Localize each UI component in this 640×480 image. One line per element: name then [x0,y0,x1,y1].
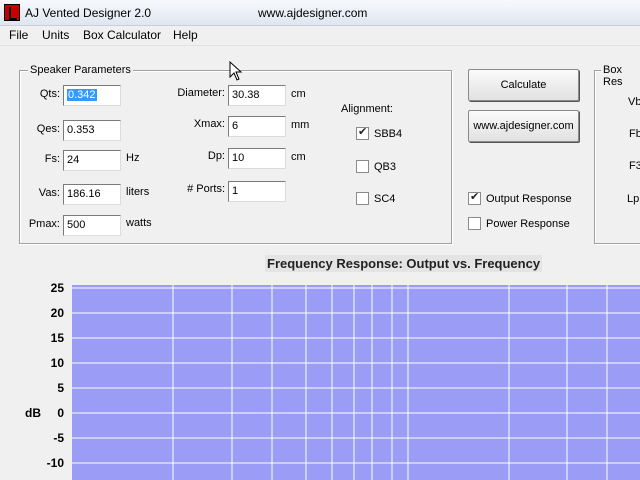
frequency-response-plot [72,285,640,480]
fs-label: Fs: [44,153,60,165]
qts-label: Qts: [39,88,60,100]
power-response-label: Power Response [486,218,570,230]
qes-field[interactable]: 0.353 [63,120,121,141]
power-response-checkbox[interactable] [468,217,481,230]
y-tick-label: -5 [53,431,64,445]
fs-unit: Hz [126,152,140,164]
vas-unit: liters [126,186,150,198]
diameter-field[interactable]: 30.38 [228,85,286,106]
pmax-unit: watts [126,217,152,229]
calculate-button[interactable]: Calculate [468,69,579,101]
website-button[interactable]: www.ajdesigner.com [468,110,579,142]
menu-bar: File Units Box Calculator Help [0,26,640,46]
menu-units[interactable]: Units [42,28,69,42]
sbb4-checkbox[interactable] [356,125,369,140]
y-tick-label: 25 [50,281,64,295]
menu-box-calculator[interactable]: Box Calculator [83,28,161,42]
sbb4-label: SBB4 [374,128,403,140]
vb-label: Vb [628,96,640,108]
output-response-label: Output Response [486,193,572,205]
output-response-checkbox[interactable] [468,190,481,205]
xmax-field[interactable]: 6 [228,116,286,137]
pmax-label: Pmax: [28,218,60,230]
f3-label: F3 [629,160,640,172]
y-tick-label: -10 [46,456,64,470]
menu-file[interactable]: File [9,28,28,42]
dp-unit: cm [291,151,306,163]
fs-field[interactable]: 24 [63,150,121,171]
qes-label: Qes: [36,123,60,135]
xmax-label: Xmax: [193,118,225,130]
menu-help[interactable]: Help [173,28,198,42]
y-tick-label: 5 [57,381,64,395]
y-tick-label: 10 [50,356,64,370]
chart-title: Frequency Response: Output vs. Frequency [265,255,543,272]
ports-label: # Ports: [187,183,225,195]
y-tick-label: 15 [50,331,64,345]
qb3-checkbox[interactable] [356,160,369,173]
ports-field[interactable]: 1 [228,181,286,202]
pmax-field[interactable]: 500 [63,215,121,236]
xmax-unit: mm [291,119,310,131]
qts-value: 0.342 [67,89,97,101]
sc4-label: SC4 [374,193,396,205]
mouse-cursor-icon [229,61,243,81]
speaker-parameters-title: Speaker Parameters [28,64,133,76]
diameter-label: Diameter: [177,87,225,99]
title-url-text: www.ajdesigner.com [258,6,368,20]
qb3-label: QB3 [374,161,397,173]
plot-area [72,285,640,480]
dp-field[interactable]: 10 [228,148,286,169]
lp-label: Lp [627,193,640,205]
y-tick-label: 0 [57,406,64,420]
qts-field[interactable]: 0.342 [63,85,121,106]
box-results-title: Box Res [601,64,640,88]
app-icon [4,4,20,21]
title-bar[interactable]: AJ Vented Designer 2.0 www.ajdesigner.co… [0,0,640,26]
vas-label: Vas: [38,187,60,199]
sc4-checkbox[interactable] [356,192,369,205]
diameter-unit: cm [291,88,306,100]
y-tick-label: 20 [50,306,64,320]
alignment-label: Alignment: [341,103,393,115]
dp-label: Dp: [207,150,225,162]
vas-field[interactable]: 186.16 [63,184,121,205]
fb-label: Fb [629,128,640,140]
window-title: AJ Vented Designer 2.0 [25,6,152,20]
